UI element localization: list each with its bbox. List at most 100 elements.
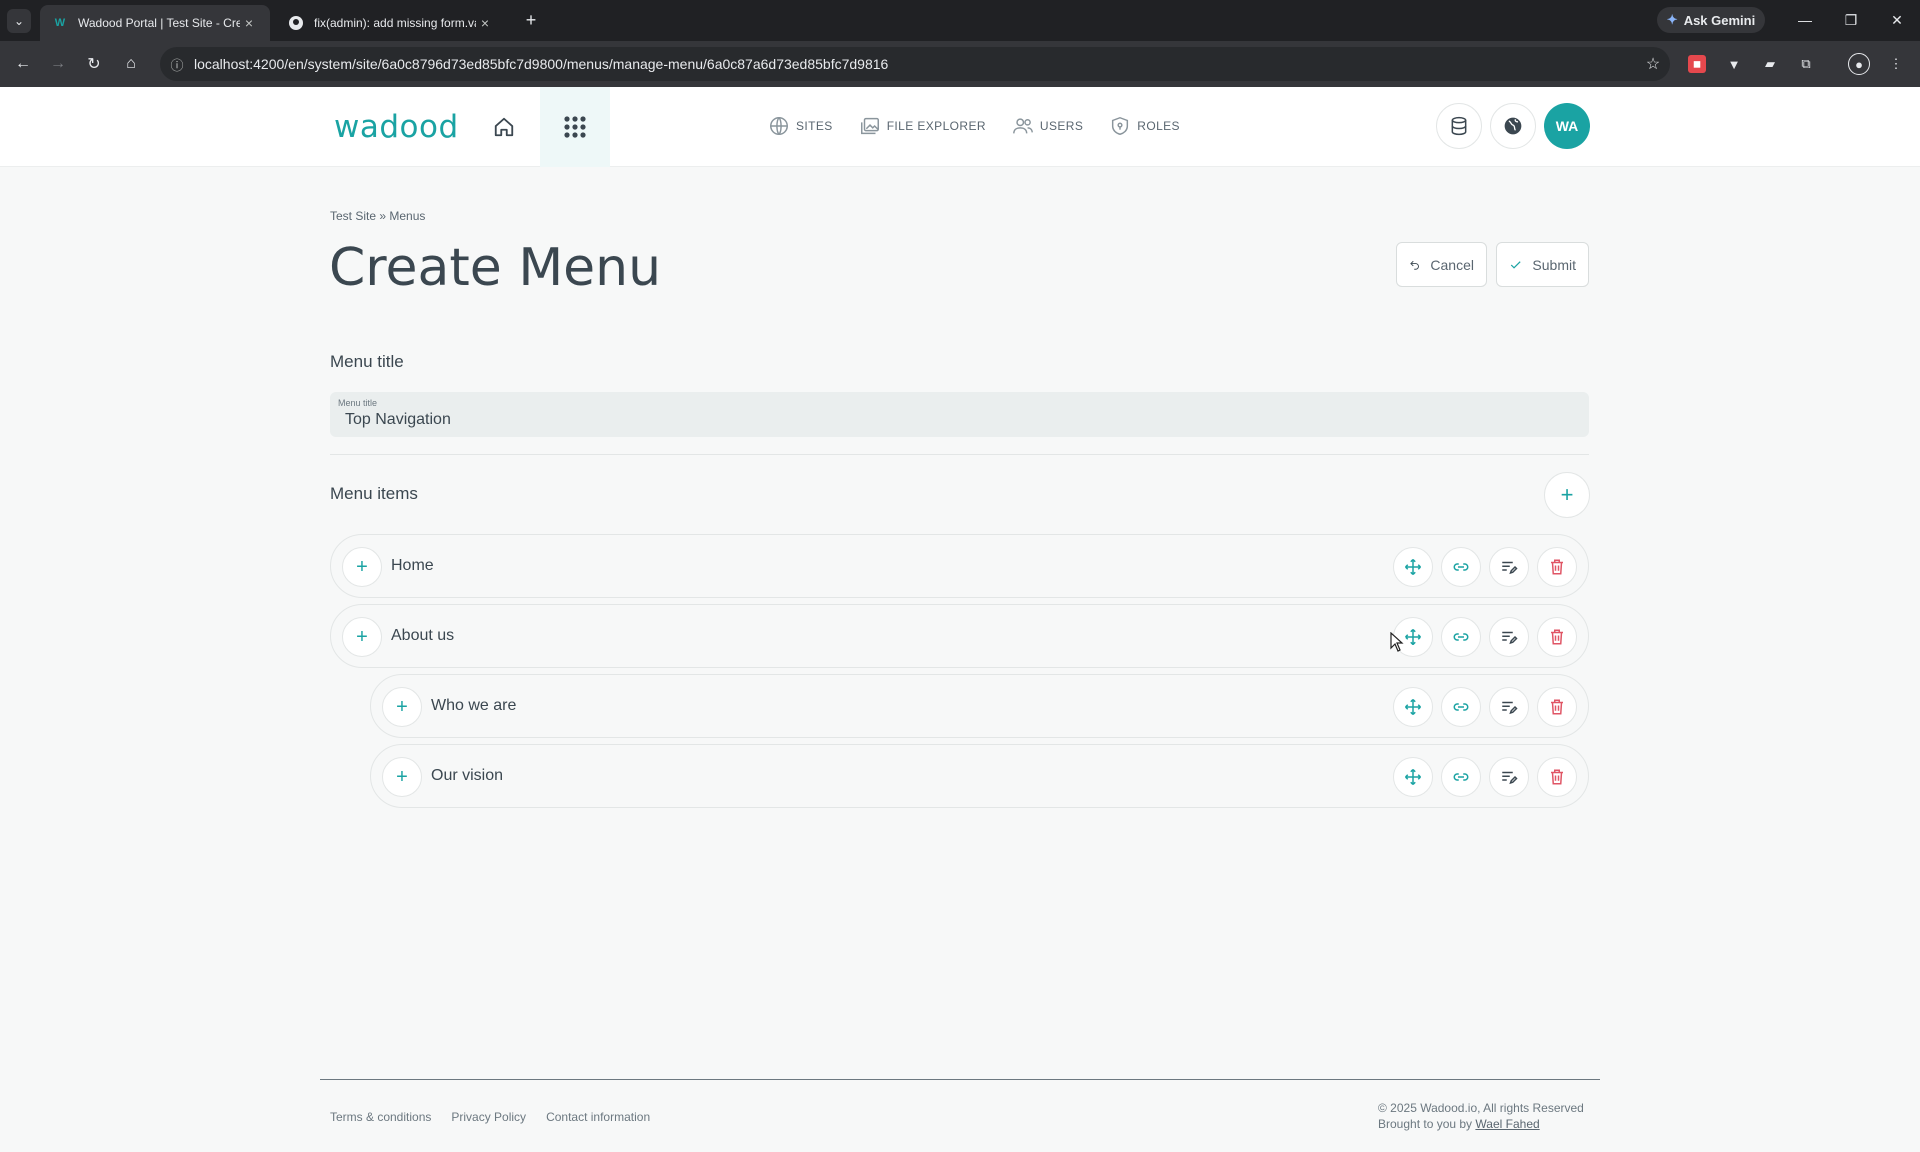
- extension-v-icon[interactable]: ▼: [1723, 53, 1745, 75]
- credit-line: Brought to you by Wael Fahed: [1378, 1116, 1584, 1132]
- extension-tag-icon[interactable]: ▰: [1759, 53, 1781, 75]
- browser-tab[interactable]: fix(admin): add missing form.va ×: [276, 5, 506, 41]
- extensions-puzzle-icon[interactable]: ⧉: [1795, 53, 1817, 75]
- close-window-icon[interactable]: ✕: [1882, 8, 1912, 32]
- shield-icon: [1112, 116, 1129, 136]
- gemini-spark-icon: ✦: [1666, 12, 1678, 27]
- browser-tab-active[interactable]: W Wadood Portal | Test Site - Create ×: [40, 5, 270, 41]
- edit-list-icon[interactable]: [1489, 617, 1529, 657]
- trash-icon[interactable]: [1537, 547, 1577, 587]
- add-child-button[interactable]: +: [382, 757, 422, 797]
- cancel-button[interactable]: Cancel: [1396, 242, 1487, 287]
- browser-menu-icon[interactable]: ⋮: [1885, 53, 1907, 75]
- new-tab-button[interactable]: +: [520, 9, 542, 31]
- menu-item-label: Our vision: [431, 767, 504, 784]
- address-bar[interactable]: ⓘ localhost:4200/en/system/site/6a0c8796…: [160, 47, 1670, 81]
- footer-links: Terms & conditions Privacy Policy Contac…: [330, 1110, 650, 1124]
- nav-roles[interactable]: ROLES: [1109, 115, 1180, 137]
- tab-title: fix(admin): add missing form.va: [314, 16, 476, 30]
- home-icon[interactable]: [490, 113, 518, 141]
- forward-icon[interactable]: →: [46, 52, 70, 76]
- globe-icon: [770, 117, 788, 135]
- footer-divider: [320, 1079, 1600, 1080]
- submit-button[interactable]: Submit: [1496, 242, 1589, 287]
- tab-title: Wadood Portal | Test Site - Create: [78, 16, 240, 30]
- github-favicon-icon: [288, 15, 304, 31]
- footer-contact-link[interactable]: Contact information: [546, 1110, 650, 1124]
- credit-prefix: Brought to you by: [1378, 1117, 1473, 1131]
- trash-icon[interactable]: [1537, 687, 1577, 727]
- menu-item-row-child: + Who we are: [370, 674, 1589, 738]
- trash-icon[interactable]: [1537, 757, 1577, 797]
- page-title: Create Menu: [329, 238, 662, 298]
- nav-users[interactable]: USERS: [1012, 115, 1083, 137]
- nav-file-explorer-label: FILE EXPLORER: [886, 119, 986, 133]
- menu-title-field[interactable]: Menu title Top Navigation: [330, 392, 1589, 437]
- url-text[interactable]: localhost:4200/en/system/site/6a0c8796d7…: [194, 56, 1636, 72]
- nav-file-explorer[interactable]: FILE EXPLORER: [859, 115, 986, 137]
- browser-toolbar: ← → ↻ ⌂ ⓘ localhost:4200/en/system/site/…: [0, 41, 1920, 87]
- breadcrumb-menus[interactable]: Menus: [389, 209, 425, 223]
- back-icon[interactable]: ←: [11, 52, 35, 76]
- database-icon[interactable]: [1436, 103, 1482, 149]
- cancel-label: Cancel: [1430, 256, 1474, 273]
- nav-users-label: USERS: [1039, 119, 1084, 133]
- ask-gemini-label: Ask Gemini: [1683, 12, 1756, 28]
- add-child-button[interactable]: +: [342, 547, 382, 587]
- tab-search-chevron-icon[interactable]: ⌄: [7, 9, 31, 33]
- link-icon[interactable]: [1441, 757, 1481, 797]
- menu-title-heading: Menu title: [330, 352, 404, 371]
- images-icon: [860, 117, 879, 135]
- check-icon: [1510, 260, 1521, 269]
- nav-sites-label: SITES: [796, 119, 833, 133]
- wadood-favicon-icon: W: [54, 17, 66, 29]
- link-icon[interactable]: [1441, 547, 1481, 587]
- copyright-text: © 2025 Wadood.io, All rights Reserved: [1378, 1101, 1584, 1115]
- menu-item-label: Home: [391, 557, 434, 574]
- edit-list-icon[interactable]: [1489, 687, 1529, 727]
- add-child-button[interactable]: +: [342, 617, 382, 657]
- undo-icon: [1410, 260, 1419, 270]
- breadcrumb-site[interactable]: Test Site: [330, 209, 376, 223]
- user-avatar[interactable]: WA: [1544, 103, 1590, 149]
- menu-item-label: Who we are: [431, 697, 517, 714]
- edit-list-icon[interactable]: [1489, 547, 1529, 587]
- wadood-logo[interactable]: wadood: [334, 109, 459, 145]
- trash-icon[interactable]: [1537, 617, 1577, 657]
- add-menu-item-button[interactable]: +: [1544, 472, 1590, 518]
- browser-tabbar: ⌄ W Wadood Portal | Test Site - Create ×…: [0, 0, 1920, 41]
- move-icon[interactable]: [1393, 687, 1433, 727]
- extension-red-icon[interactable]: ◼: [1688, 55, 1706, 73]
- add-child-button[interactable]: +: [382, 687, 422, 727]
- mouse-cursor-icon: [1390, 632, 1404, 652]
- move-icon[interactable]: [1393, 757, 1433, 797]
- restore-icon[interactable]: ❐: [1836, 8, 1866, 32]
- nav-roles-label: ROLES: [1137, 119, 1180, 133]
- link-icon[interactable]: [1441, 617, 1481, 657]
- footer-copyright: © 2025 Wadood.io, All rights Reserved Br…: [1378, 1100, 1584, 1132]
- footer-terms-link[interactable]: Terms & conditions: [330, 1110, 431, 1124]
- reload-icon[interactable]: ↻: [82, 52, 106, 76]
- minimize-icon[interactable]: —: [1790, 8, 1820, 32]
- close-tab-icon[interactable]: ×: [476, 15, 494, 31]
- edit-list-icon[interactable]: [1489, 757, 1529, 797]
- breadcrumb-separator: »: [379, 209, 390, 223]
- app-header: wadood SITES FILE EXPLORER USERS ROLES W…: [0, 87, 1920, 167]
- menu-title-input[interactable]: Top Navigation: [345, 411, 451, 429]
- nav-sites[interactable]: SITES: [768, 115, 833, 137]
- users-icon: [1013, 118, 1033, 134]
- footer-privacy-link[interactable]: Privacy Policy: [451, 1110, 526, 1124]
- language-globe-icon[interactable]: [1490, 103, 1536, 149]
- menu-item-row-child: + Our vision: [370, 744, 1589, 808]
- ask-gemini-button[interactable]: ✦ Ask Gemini: [1657, 7, 1765, 33]
- close-tab-icon[interactable]: ×: [240, 15, 258, 31]
- submit-label: Submit: [1532, 256, 1576, 273]
- credit-author-link[interactable]: Wael Fahed: [1475, 1117, 1539, 1131]
- bookmark-star-icon[interactable]: ☆: [1636, 54, 1670, 74]
- link-icon[interactable]: [1441, 687, 1481, 727]
- move-icon[interactable]: [1393, 547, 1433, 587]
- profile-icon[interactable]: ●: [1848, 53, 1870, 75]
- home-browser-icon[interactable]: ⌂: [119, 52, 143, 76]
- apps-grid-icon[interactable]: [540, 87, 610, 167]
- site-info-icon[interactable]: ⓘ: [160, 55, 194, 74]
